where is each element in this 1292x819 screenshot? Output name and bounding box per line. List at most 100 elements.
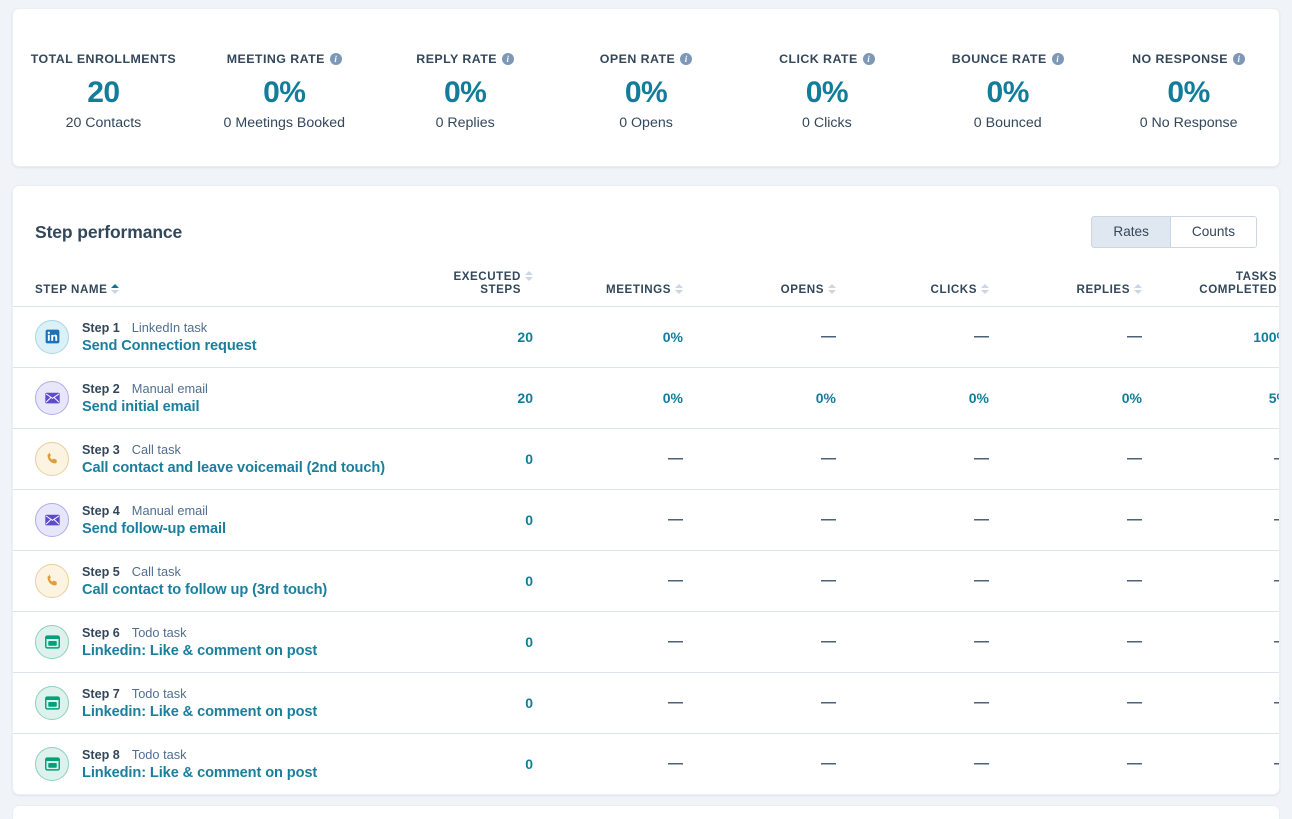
step-name-link[interactable]: Call contact to follow up (3rd touch) <box>82 582 327 598</box>
table-row[interactable]: Step 3 Call task Call contact and leave vo… <box>13 428 1280 489</box>
sort-asc-icon[interactable] <box>1134 284 1142 288</box>
table-row[interactable]: Step 8Todo taskLinkedin: Like & comment … <box>13 733 1280 794</box>
kpi-label-text: REPLY RATE <box>416 52 497 66</box>
step-name-cell: Step 3 Call task Call contact and leave vo… <box>13 428 428 489</box>
sort-desc-icon[interactable] <box>981 290 989 294</box>
kpi-value: 0% <box>740 76 913 110</box>
cell-tasks_completed: — <box>1142 428 1280 489</box>
info-icon[interactable]: i <box>502 53 514 65</box>
table-row[interactable]: Step 2Manual emailSend initial email200%… <box>13 367 1280 428</box>
sort-desc-icon[interactable] <box>111 290 119 294</box>
cell-executed_steps: 0 <box>428 611 533 672</box>
sort-asc-icon[interactable] <box>981 284 989 288</box>
step-name-link[interactable]: Send Connection request <box>82 338 256 354</box>
step-name-cell: Step 4Manual emailSend follow-up email <box>13 489 428 550</box>
sort-desc-icon[interactable] <box>525 277 533 281</box>
column-header-label: CLICKS <box>931 283 977 296</box>
table-row[interactable]: Step 6Todo taskLinkedin: Like & comment … <box>13 611 1280 672</box>
table-header-row: STEP NAMEEXECUTEDSTEPS MEETINGS OPENS CLICK… <box>13 252 1280 306</box>
kpi-metric: MEETING RATEi0%0 Meetings Booked <box>194 51 375 131</box>
kpi-subtext: 0 No Response <box>1102 115 1275 131</box>
step-name-link[interactable]: Call contact and leave voicemail (2nd to… <box>82 460 385 476</box>
cell-executed_steps: 0 <box>428 550 533 611</box>
envelope-icon-badge <box>35 503 69 537</box>
step-number: Step 3 <box>82 443 120 457</box>
linkedin-icon-badge <box>35 320 69 354</box>
sort-toggle-icon[interactable] <box>828 284 836 294</box>
info-icon[interactable]: i <box>863 53 875 65</box>
kpi-label-text: BOUNCE RATE <box>952 52 1047 66</box>
column-header-replies[interactable]: REPLIES <box>989 252 1142 306</box>
todo-window-icon-badge <box>35 747 69 781</box>
step-number: Step 7 <box>82 687 120 701</box>
step-name-link[interactable]: Send initial email <box>82 399 208 415</box>
step-type: Call task <box>132 442 181 457</box>
step-type: LinkedIn task <box>132 320 207 335</box>
column-header-label: TASKSCOMPLETED <box>1199 270 1277 296</box>
info-icon[interactable]: i <box>1233 53 1245 65</box>
step-name-link[interactable]: Linkedin: Like & comment on post <box>82 704 317 720</box>
sort-toggle-icon[interactable] <box>525 271 533 281</box>
sort-toggle-icon[interactable] <box>981 284 989 294</box>
kpi-label: MEETING RATEi <box>198 51 371 67</box>
kpi-label: REPLY RATE i <box>379 51 552 67</box>
cell-replies: — <box>989 733 1142 794</box>
step-number: Step 6 <box>82 626 120 640</box>
phone-icon-badge <box>35 442 69 476</box>
cell-meetings: — <box>533 733 683 794</box>
kpi-label-text: TOTAL ENROLLMENTS <box>31 52 176 66</box>
sort-asc-icon[interactable] <box>828 284 836 288</box>
column-header-label: MEETINGS <box>606 283 671 296</box>
todo-window-icon <box>45 635 60 649</box>
kpi-label-text: OPEN RATE <box>600 52 675 66</box>
kpi-value: 0% <box>1102 76 1275 110</box>
cell-executed_steps: 0 <box>428 428 533 489</box>
step-name-link[interactable]: Linkedin: Like & comment on post <box>82 765 317 781</box>
table-row[interactable]: Step 5Call taskCall contact to follow up… <box>13 550 1280 611</box>
phone-icon <box>45 451 60 466</box>
cell-replies: 0% <box>989 367 1142 428</box>
rates-counts-toggle[interactable]: Rates Counts <box>1091 216 1257 248</box>
cell-replies: — <box>989 428 1142 489</box>
column-header-step_name[interactable]: STEP NAME <box>13 252 428 306</box>
table-row[interactable]: Step 7Todo taskLinkedin: Like & comment … <box>13 672 1280 733</box>
sort-asc-icon[interactable] <box>111 284 119 288</box>
kpi-label: CLICK RATEi <box>740 51 913 67</box>
sort-asc-icon[interactable] <box>525 271 533 275</box>
info-icon[interactable]: i <box>330 53 342 65</box>
step-type: Todo task <box>132 747 187 762</box>
cell-executed_steps: 20 <box>428 367 533 428</box>
step-type: Manual email <box>132 381 208 396</box>
cell-clicks: 0% <box>836 367 989 428</box>
cell-clicks: — <box>836 306 989 367</box>
column-header-meetings[interactable]: MEETINGS <box>533 252 683 306</box>
column-header-clicks[interactable]: CLICKS <box>836 252 989 306</box>
table-row[interactable]: Step 4Manual emailSend follow-up email0—… <box>13 489 1280 550</box>
kpi-value: 0% <box>560 76 733 110</box>
sort-asc-icon[interactable] <box>675 284 683 288</box>
sort-toggle-icon[interactable] <box>1134 284 1142 294</box>
column-header-executed_steps[interactable]: EXECUTEDSTEPS <box>428 252 533 306</box>
info-icon[interactable]: i <box>1052 53 1064 65</box>
next-section-card-peek <box>12 805 1280 819</box>
kpi-subtext: 20 Contacts <box>17 115 190 131</box>
info-icon[interactable]: i <box>680 53 692 65</box>
envelope-icon-badge <box>35 381 69 415</box>
kpi-metric: CLICK RATEi0%0 Clicks <box>736 51 917 131</box>
cell-meetings: 0% <box>533 367 683 428</box>
sort-toggle-icon[interactable] <box>111 284 119 294</box>
toggle-counts-button[interactable]: Counts <box>1170 217 1256 247</box>
table-row[interactable]: Step 1LinkedIn taskSend Connection reque… <box>13 306 1280 367</box>
step-name-link[interactable]: Send follow-up email <box>82 521 226 537</box>
toggle-rates-button[interactable]: Rates <box>1092 217 1170 247</box>
cell-tasks_completed: 5% <box>1142 367 1280 428</box>
column-header-opens[interactable]: OPENS <box>683 252 836 306</box>
sort-toggle-icon[interactable] <box>675 284 683 294</box>
cell-replies: — <box>989 672 1142 733</box>
sort-desc-icon[interactable] <box>828 290 836 294</box>
sort-desc-icon[interactable] <box>1134 290 1142 294</box>
column-header-tasks_completed[interactable]: TASKSCOMPLETED <box>1142 252 1280 306</box>
sort-desc-icon[interactable] <box>675 290 683 294</box>
cell-meetings: — <box>533 550 683 611</box>
step-name-link[interactable]: Linkedin: Like & comment on post <box>82 643 317 659</box>
